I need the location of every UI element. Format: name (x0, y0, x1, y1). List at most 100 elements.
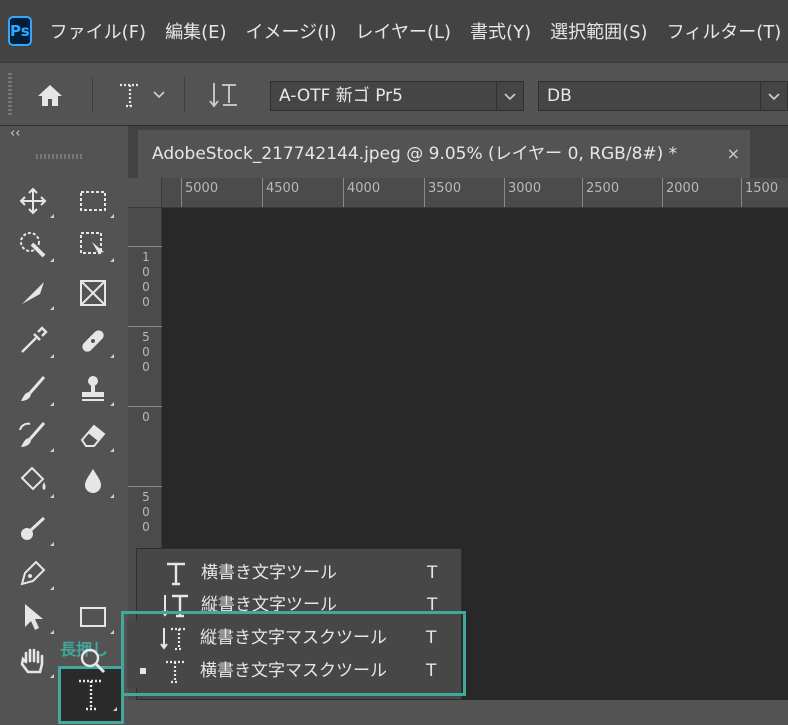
bandage-icon (82, 330, 104, 352)
horizontal-ruler[interactable]: 5000 4500 4000 3500 3000 2500 2000 1500 (162, 178, 788, 208)
font-style-select[interactable]: DB (538, 81, 788, 111)
ruler-label: 2500 (582, 178, 619, 207)
menu-edit[interactable]: 編集(E) (165, 18, 226, 44)
menu-item-label: 横書き文字ツール (201, 563, 337, 583)
close-tab-button[interactable]: × (727, 130, 740, 178)
ruler-label: 0 (142, 295, 150, 309)
ruler-label: 4000 (343, 178, 380, 207)
arrow-cursor-icon (25, 604, 43, 630)
hand-icon (20, 648, 44, 674)
clone-stamp-tool[interactable] (76, 372, 114, 406)
blur-tool[interactable] (76, 464, 114, 498)
collapse-panel-button[interactable]: ‹‹ (10, 126, 20, 141)
horizontal-type-icon (161, 557, 191, 589)
ruler-label: 4500 (262, 178, 299, 207)
chevron-down-icon (504, 93, 516, 101)
tool-preset-picker[interactable] (114, 79, 174, 111)
font-family-dropdown[interactable] (496, 82, 523, 110)
document-title: AdobeStock_217742144.jpeg @ 9.05% (レイヤー … (152, 144, 678, 164)
crop-object-tool[interactable] (76, 228, 114, 262)
ruler-label: 0 (142, 280, 150, 294)
ruler-label: 0 (142, 345, 150, 359)
eraser-tool[interactable] (76, 418, 114, 452)
ruler-label: 0 (142, 520, 150, 534)
text-orientation-icon (209, 83, 237, 108)
object-selection-icon (80, 232, 104, 258)
healing-brush-tool[interactable] (76, 324, 114, 358)
document-tab[interactable]: AdobeStock_217742144.jpeg @ 9.05% (レイヤー … (138, 130, 750, 178)
document-tab-bar: AdobeStock_217742144.jpeg @ 9.05% (レイヤー … (128, 126, 788, 178)
path-selection-tool[interactable] (16, 600, 54, 634)
ruler-label: 0 (142, 360, 150, 374)
toggle-text-orientation-button[interactable] (206, 79, 240, 111)
tools-panel: ‹‹ 長押し (0, 126, 128, 724)
brush-tool[interactable] (16, 372, 54, 406)
history-brush-icon (19, 422, 46, 447)
zoom-tool[interactable] (76, 644, 110, 678)
eyedropper-icon (21, 326, 48, 353)
ruler-label: 3500 (424, 178, 461, 207)
history-brush-tool[interactable] (16, 418, 54, 452)
separator (92, 77, 93, 113)
dodge-tool[interactable] (16, 512, 54, 546)
menu-bar: Ps ファイル(F) 編集(E) イメージ(I) レイヤー(L) 書式(Y) 選… (0, 0, 788, 62)
hand-tool[interactable] (16, 644, 54, 678)
ruler-label: 3000 (504, 178, 541, 207)
rectangle-marquee-icon (80, 191, 106, 211)
menu-type[interactable]: 書式(Y) (470, 18, 531, 44)
options-bar: A-OTF 新ゴ Pr5 DB (0, 62, 788, 126)
font-family-select[interactable]: A-OTF 新ゴ Pr5 (270, 81, 524, 111)
chevron-down-icon (768, 93, 780, 101)
dodge-icon (21, 516, 46, 540)
rectangle-tool[interactable] (76, 600, 114, 634)
paint-bucket-icon (20, 466, 46, 491)
move-icon (19, 187, 47, 215)
shortcut-key: T (427, 563, 438, 583)
menu-file[interactable]: ファイル(F) (50, 18, 146, 44)
menu-filter[interactable]: フィルター(T) (667, 18, 782, 44)
mask-tools-highlight-frame (121, 611, 466, 696)
photoshop-logo[interactable]: Ps (8, 16, 32, 46)
ruler-label: 5 (142, 490, 150, 504)
crop-icon (22, 282, 44, 304)
ruler-label: 0 (142, 505, 150, 519)
menu-select[interactable]: 選択範囲(S) (550, 18, 647, 44)
font-style-dropdown[interactable] (760, 82, 787, 110)
options-bar-grip[interactable] (8, 73, 12, 117)
font-style-value: DB (547, 86, 572, 106)
menu-layer[interactable]: レイヤー(L) (356, 18, 452, 44)
eyedropper-tool[interactable] (16, 324, 54, 358)
pen-icon (20, 560, 46, 586)
marquee-tool[interactable] (76, 184, 114, 218)
brush-icon (21, 376, 46, 401)
frame-icon (80, 280, 106, 306)
ruler-origin[interactable] (128, 178, 162, 208)
water-drop-icon (85, 469, 101, 493)
ruler-label: 2000 (662, 178, 699, 207)
ruler-label: 5000 (181, 178, 218, 207)
ruler-tick (128, 326, 162, 327)
frame-tool[interactable] (76, 276, 110, 310)
quick-selection-tool[interactable] (16, 228, 54, 262)
ruler-label: 0 (142, 410, 150, 424)
move-tool[interactable] (16, 184, 54, 218)
crop-tool[interactable] (16, 276, 54, 310)
stamp-icon (82, 376, 104, 401)
paint-bucket-tool[interactable] (16, 464, 54, 498)
horizontal-type-tool-item[interactable]: 横書き文字ツール T (137, 557, 461, 589)
ruler-tick (128, 246, 162, 247)
font-family-value: A-OTF 新ゴ Pr5 (279, 86, 403, 106)
ruler-label: 5 (142, 330, 150, 344)
pen-tool[interactable] (16, 556, 54, 590)
home-button[interactable] (34, 81, 66, 109)
quick-selection-icon (20, 232, 46, 258)
ruler-label: 1 (142, 250, 150, 264)
type-tool-icon (120, 83, 165, 108)
home-icon (38, 85, 62, 106)
ruler-label: 0 (142, 265, 150, 279)
tools-panel-grip[interactable] (36, 154, 84, 159)
menu-image[interactable]: イメージ(I) (246, 18, 337, 44)
rectangle-icon (80, 607, 106, 627)
ruler-tick (128, 406, 162, 407)
ruler-tick (128, 486, 162, 487)
